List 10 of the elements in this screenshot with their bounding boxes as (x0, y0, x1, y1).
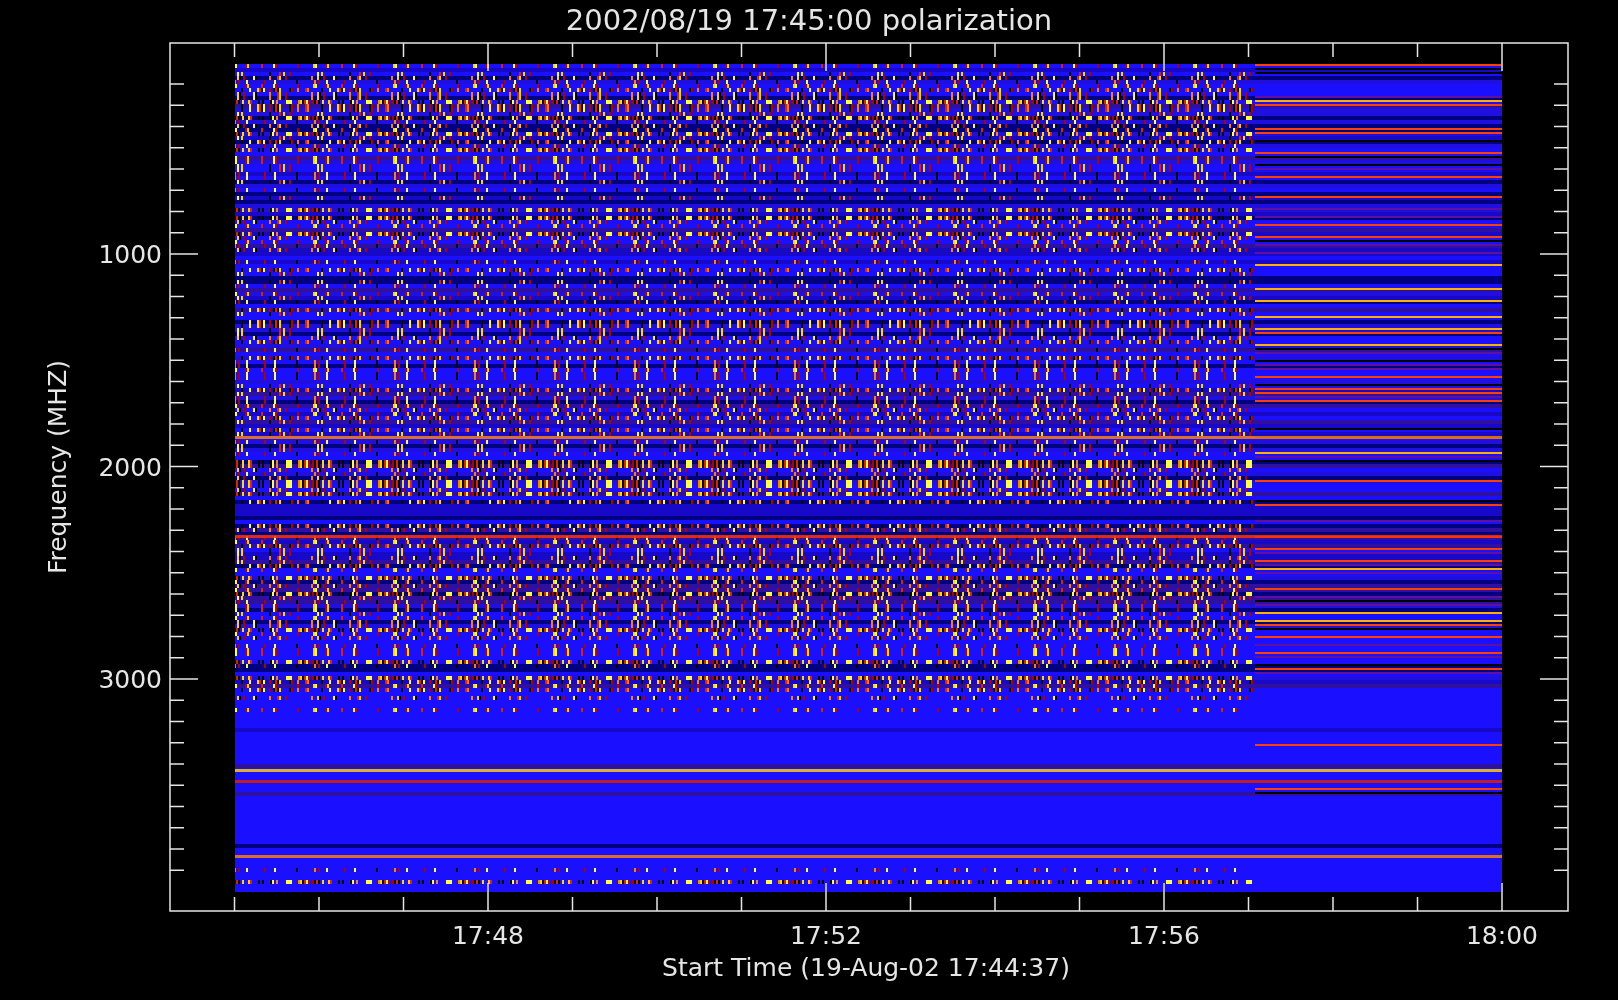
y-tick-label: 1000 (98, 240, 162, 269)
x-tick-label: 17:48 (452, 921, 524, 950)
x-axis-title: Start Time (19-Aug-02 17:44:37) (662, 953, 1070, 982)
x-tick-label: 18:00 (1466, 921, 1538, 950)
x-tick-label: 17:52 (790, 921, 862, 950)
y-tick-label: 3000 (98, 665, 162, 694)
y-tick-label: 2000 (98, 452, 162, 482)
y-axis-title: Frequency (MHZ) (43, 359, 72, 575)
plot-title: 2002/08/19 17:45:00 polarization (565, 3, 1053, 37)
x-tick-label: 17:56 (1128, 921, 1200, 950)
